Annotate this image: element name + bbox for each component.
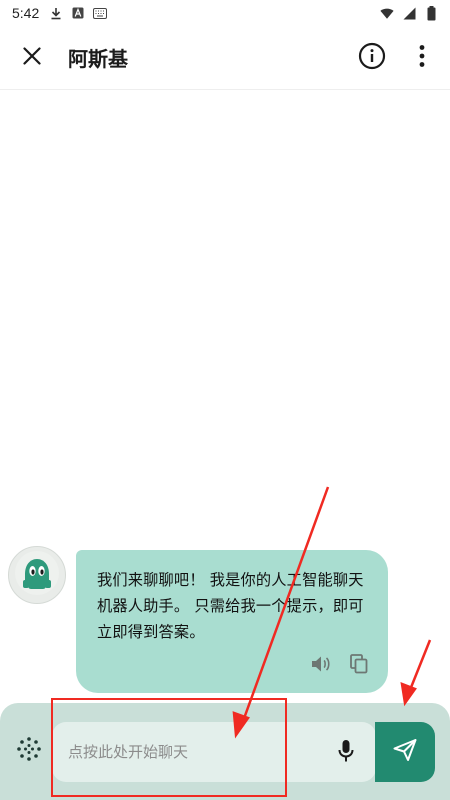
speaker-icon[interactable] xyxy=(310,653,332,675)
message-line: 我们来聊聊吧！ 我是你的人工智能聊天 xyxy=(97,571,364,589)
signal-icon xyxy=(402,6,416,20)
keyboard-icon xyxy=(93,6,108,20)
prompt-suggestions-button[interactable] xyxy=(14,736,44,766)
message-actions xyxy=(310,653,370,675)
annotation-highlight-box xyxy=(51,698,287,797)
send-icon xyxy=(393,739,417,765)
send-button[interactable] xyxy=(375,722,435,782)
close-button[interactable] xyxy=(0,26,64,90)
message-line: 机器人助手。 只需给我一个提示，即可 xyxy=(97,597,364,615)
wifi-icon xyxy=(380,6,394,20)
microphone-icon xyxy=(338,739,354,767)
chat-area[interactable]: 我们来聊聊吧！ 我是你的人工智能聊天 机器人助手。 只需给我一个提示，即可 立即… xyxy=(0,91,450,701)
bot-message-bubble: 我们来聊聊吧！ 我是你的人工智能聊天 机器人助手。 只需给我一个提示，即可 立即… xyxy=(76,550,388,693)
copy-icon[interactable] xyxy=(348,653,370,675)
message-line: 立即得到答案。 xyxy=(97,623,205,641)
status-icons-left xyxy=(49,6,108,20)
battery-icon xyxy=(424,5,438,20)
info-icon xyxy=(358,42,386,74)
a-badge-icon xyxy=(71,6,85,20)
microphone-button[interactable] xyxy=(334,740,358,766)
download-icon xyxy=(49,6,63,20)
bot-avatar xyxy=(8,546,66,604)
more-vert-icon xyxy=(419,44,425,72)
sparkle-icon xyxy=(16,736,42,766)
status-time: 5:42 xyxy=(12,5,40,21)
close-icon xyxy=(23,46,41,69)
status-icons-right xyxy=(380,5,438,20)
bot-message-text: 我们来聊聊吧！ 我是你的人工智能聊天 机器人助手。 只需给我一个提示，即可 立即… xyxy=(97,567,368,645)
status-bar: 5:42 xyxy=(0,0,450,26)
more-options-button[interactable] xyxy=(398,34,446,82)
app-bar: 阿斯基 xyxy=(0,26,450,90)
app-bar-actions xyxy=(348,34,450,82)
robot-avatar-icon xyxy=(14,550,60,600)
page-title: 阿斯基 xyxy=(68,47,128,71)
info-button[interactable] xyxy=(348,34,396,82)
